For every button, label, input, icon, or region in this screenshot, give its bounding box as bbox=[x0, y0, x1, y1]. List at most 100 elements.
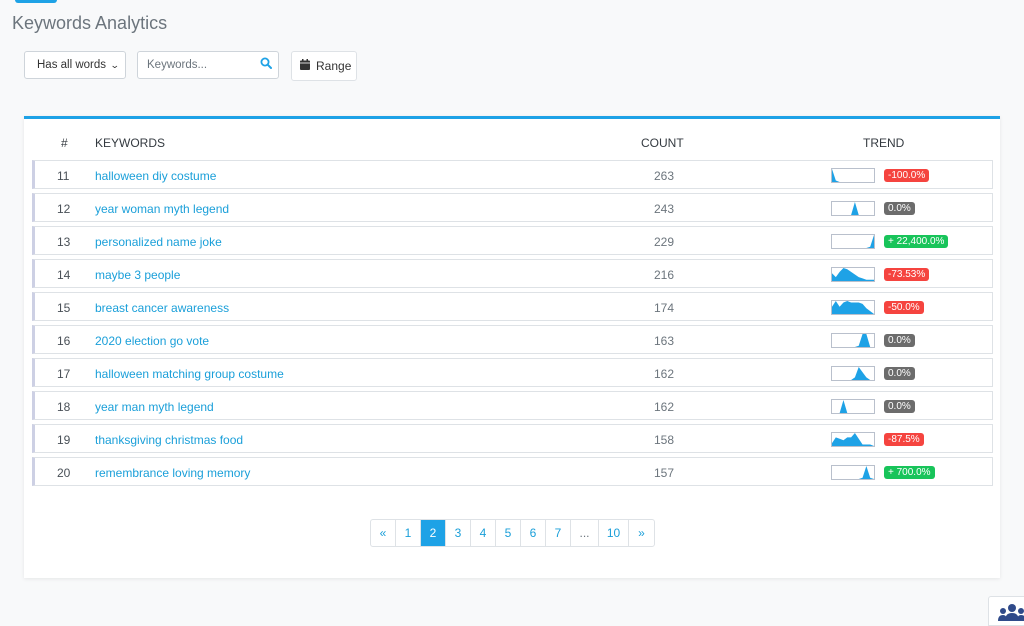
sparkline-area bbox=[832, 268, 874, 281]
sparkline-area bbox=[832, 400, 874, 413]
trend-badge: + 22,400.0% bbox=[884, 235, 949, 248]
keyword-link[interactable]: remembrance loving memory bbox=[95, 466, 250, 480]
keyword-count: 216 bbox=[653, 268, 675, 282]
trend-sparkline bbox=[831, 366, 875, 381]
trend-badge: 0.0% bbox=[884, 202, 915, 215]
trend-sparkline bbox=[831, 201, 875, 216]
trend-badge: -50.0% bbox=[884, 301, 924, 314]
keyword-count: 162 bbox=[653, 400, 675, 414]
header-trend: TREND bbox=[863, 136, 905, 150]
table-row: 14 maybe 3 people 216 -73.53% bbox=[32, 259, 993, 288]
page-link-1[interactable]: 1 bbox=[396, 520, 421, 546]
page-link-10[interactable]: 10 bbox=[599, 520, 629, 546]
header-num: # bbox=[61, 136, 68, 150]
sparkline-svg bbox=[832, 169, 874, 182]
trend-sparkline bbox=[831, 333, 875, 348]
row-number: 20 bbox=[57, 466, 71, 480]
sparkline-area bbox=[832, 334, 874, 347]
page-link-4[interactable]: 4 bbox=[471, 520, 496, 546]
keyword-link[interactable]: year man myth legend bbox=[95, 400, 214, 414]
pagination-next[interactable]: » bbox=[629, 520, 654, 546]
page-link-5[interactable]: 5 bbox=[496, 520, 521, 546]
keyword-count: 162 bbox=[653, 367, 675, 381]
row-number: 13 bbox=[57, 235, 71, 249]
row-number: 16 bbox=[57, 334, 71, 348]
table-row: 12 year woman myth legend 243 0.0% bbox=[32, 193, 993, 222]
sparkline-svg bbox=[832, 433, 874, 446]
sparkline-svg bbox=[832, 367, 874, 380]
sparkline-area bbox=[832, 466, 874, 479]
table-row: 20 remembrance loving memory 157 + 700.0% bbox=[32, 457, 993, 486]
keyword-link[interactable]: breast cancer awareness bbox=[95, 301, 229, 315]
table-row: 19 thanksgiving christmas food 158 -87.5% bbox=[32, 424, 993, 453]
keyword-count: 243 bbox=[653, 202, 675, 216]
page-link-6[interactable]: 6 bbox=[521, 520, 546, 546]
table-row: 13 personalized name joke 229 + 22,400.0% bbox=[32, 226, 993, 255]
sparkline-area bbox=[832, 235, 874, 248]
top-tab-indicator[interactable] bbox=[15, 0, 57, 3]
keyword-link[interactable]: personalized name joke bbox=[95, 235, 222, 249]
sparkline-svg bbox=[832, 466, 874, 479]
range-label: Range bbox=[316, 59, 352, 73]
keyword-link[interactable]: maybe 3 people bbox=[95, 268, 180, 282]
keyword-search-input[interactable] bbox=[147, 59, 257, 71]
trend-sparkline bbox=[831, 267, 875, 282]
row-number: 18 bbox=[57, 400, 71, 414]
keyword-link[interactable]: year woman myth legend bbox=[95, 202, 229, 216]
pagination-prev[interactable]: « bbox=[371, 520, 396, 546]
trend-badge: -87.5% bbox=[884, 433, 924, 446]
match-mode-selected: Has all words bbox=[37, 59, 107, 71]
keyword-count: 174 bbox=[653, 301, 675, 315]
sparkline-svg bbox=[832, 202, 874, 215]
keyword-link[interactable]: 2020 election go vote bbox=[95, 334, 209, 348]
sparkline-area bbox=[832, 301, 874, 314]
keyword-count: 263 bbox=[653, 169, 675, 183]
row-number: 12 bbox=[57, 202, 71, 216]
keywords-table-card: # KEYWORDS COUNT TREND 11 halloween diy c… bbox=[24, 116, 1000, 578]
page-link-3[interactable]: 3 bbox=[446, 520, 471, 546]
keyword-link[interactable]: halloween diy costume bbox=[95, 169, 216, 183]
calendar-icon bbox=[300, 59, 310, 73]
sparkline-area bbox=[832, 169, 874, 182]
sparkline-area bbox=[832, 433, 874, 446]
table-row: 16 2020 election go vote 163 0.0% bbox=[32, 325, 993, 354]
page-link-7[interactable]: 7 bbox=[546, 520, 571, 546]
match-mode-select[interactable]: Has all words ⌄ bbox=[24, 51, 126, 79]
page-title: Keywords Analytics bbox=[12, 13, 168, 33]
keyword-count: 158 bbox=[653, 433, 675, 447]
users-widget[interactable] bbox=[988, 596, 1024, 626]
header-count: COUNT bbox=[641, 136, 684, 150]
sparkline-svg bbox=[832, 400, 874, 413]
sparkline-svg bbox=[832, 301, 874, 314]
table-header: # KEYWORDS COUNT TREND bbox=[24, 136, 1000, 152]
date-range-button[interactable]: Range bbox=[291, 51, 357, 81]
keyword-link[interactable]: halloween matching group costume bbox=[95, 367, 284, 381]
keyword-count: 229 bbox=[653, 235, 675, 249]
sparkline-area bbox=[832, 202, 874, 215]
keyword-link[interactable]: thanksgiving christmas food bbox=[95, 433, 243, 447]
table-row: 17 halloween matching group costume 162 0.0… bbox=[32, 358, 993, 387]
sparkline-svg bbox=[832, 235, 874, 248]
keyword-search bbox=[137, 51, 279, 79]
table-row: 18 year man myth legend 162 0.0% bbox=[32, 391, 993, 420]
search-icon[interactable] bbox=[260, 56, 272, 74]
row-number: 19 bbox=[57, 433, 71, 447]
trend-sparkline bbox=[831, 300, 875, 315]
table-row: 15 breast cancer awareness 174 -50.0% bbox=[32, 292, 993, 321]
pagination: «1 2 3 4 5 6 7... 10» bbox=[370, 519, 655, 547]
trend-sparkline bbox=[831, 465, 875, 480]
sparkline-svg bbox=[832, 268, 874, 281]
trend-badge: 0.0% bbox=[884, 367, 915, 380]
trend-sparkline bbox=[831, 399, 875, 414]
pagination-ellipsis: ... bbox=[571, 520, 599, 546]
keyword-count: 157 bbox=[653, 466, 675, 480]
row-number: 17 bbox=[57, 367, 71, 381]
trend-sparkline bbox=[831, 168, 875, 183]
row-number: 14 bbox=[57, 268, 71, 282]
page-link-2[interactable]: 2 bbox=[421, 520, 446, 546]
trend-badge: -73.53% bbox=[884, 268, 930, 281]
chevron-down-icon: ⌄ bbox=[110, 59, 121, 70]
trend-sparkline bbox=[831, 234, 875, 249]
trend-badge: 0.0% bbox=[884, 400, 915, 413]
trend-sparkline bbox=[831, 432, 875, 447]
